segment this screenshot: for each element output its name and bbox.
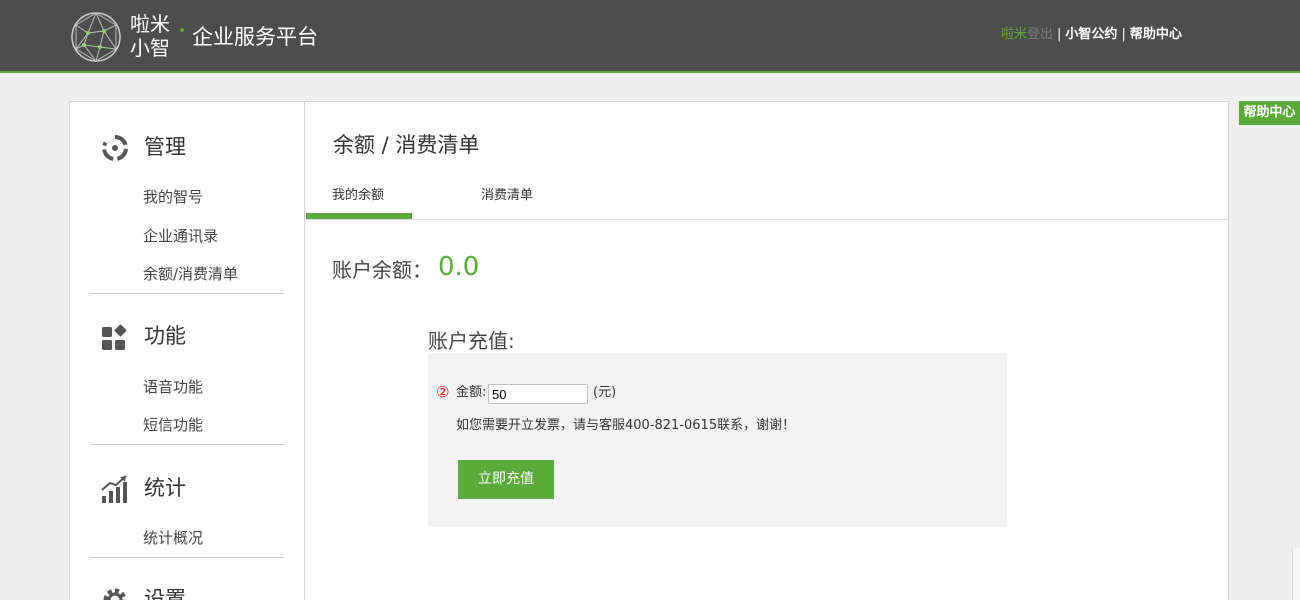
convention-link[interactable]: 小智公约 bbox=[1065, 27, 1117, 42]
help-center-link[interactable]: 帮助中心 bbox=[1130, 27, 1182, 42]
recharge-title: 账户充值: bbox=[428, 329, 515, 353]
tab-bar: 我的余额 消费清单 bbox=[306, 180, 1229, 220]
logout-link[interactable]: 登出 bbox=[1027, 27, 1053, 42]
invoice-notice: 如您需要开立发票，请与客服400-821-0615联系，谢谢！ bbox=[456, 418, 796, 433]
separator: | bbox=[1121, 27, 1126, 42]
sidebar-section-title: 设置 bbox=[144, 587, 186, 600]
balance-label: 账户余额： bbox=[332, 258, 432, 282]
sidebar-divider bbox=[90, 557, 284, 558]
sidebar-section-title: 管理 bbox=[144, 135, 186, 159]
manage-icon bbox=[102, 135, 128, 161]
amount-input[interactable] bbox=[488, 384, 588, 404]
unit-label: (元) bbox=[593, 385, 617, 400]
page-title: 余额 / 消费清单 bbox=[333, 133, 480, 157]
brand-dot bbox=[180, 28, 184, 32]
step-marker: ② bbox=[436, 383, 450, 401]
sidebar-item-my-account[interactable]: 我的智号 bbox=[143, 187, 203, 207]
sidebar-divider bbox=[90, 444, 284, 445]
sidebar-section-manage: 管理 bbox=[70, 125, 305, 165]
sidebar-item-sms[interactable]: 短信功能 bbox=[143, 415, 203, 435]
gear-icon bbox=[103, 588, 127, 600]
sidebar-divider bbox=[90, 293, 284, 294]
sidebar: 管理 我的智号 企业通讯录 余额/消费清单 功能 语音功能 短信功能 统计 统计… bbox=[70, 102, 305, 600]
sidebar-section-settings: 设置 bbox=[70, 577, 305, 600]
separator: | bbox=[1057, 27, 1062, 42]
logo-text: 啦米小智 bbox=[130, 12, 170, 60]
sidebar-item-voice[interactable]: 语音功能 bbox=[143, 377, 203, 397]
sidebar-item-stats-overview[interactable]: 统计概况 bbox=[143, 528, 203, 548]
sidebar-section-title: 功能 bbox=[144, 324, 186, 348]
sidebar-section-title: 统计 bbox=[144, 476, 186, 500]
recharge-panel: ② 金额: (元) 如您需要开立发票，请与客服400-821-0615联系，谢谢… bbox=[428, 353, 1007, 527]
top-header: 啦米小智 企业服务平台 啦米登出 | 小智公约 | 帮助中心 bbox=[0, 0, 1300, 73]
sidebar-section-function: 功能 bbox=[70, 314, 305, 354]
floating-help-button[interactable]: 帮助中心 bbox=[1239, 101, 1300, 125]
brand-subtitle: 企业服务平台 bbox=[192, 25, 318, 49]
function-icon bbox=[102, 324, 127, 350]
sidebar-item-balance[interactable]: 余额/消费清单 bbox=[143, 264, 238, 284]
user-name[interactable]: 啦米 bbox=[1001, 27, 1027, 42]
active-tab-indicator bbox=[306, 213, 412, 219]
sidebar-section-stats: 统计 bbox=[70, 466, 305, 506]
recharge-submit-button[interactable]: 立即充值 bbox=[458, 460, 554, 499]
amount-label: 金额: bbox=[456, 385, 487, 400]
logo-icon[interactable] bbox=[70, 11, 122, 63]
balance-value: 0.0 bbox=[438, 252, 480, 282]
chart-icon bbox=[101, 475, 127, 503]
tab-my-balance[interactable]: 我的余额 bbox=[332, 187, 384, 205]
sidebar-item-contacts[interactable]: 企业通讯录 bbox=[143, 226, 218, 246]
main-container: 管理 我的智号 企业通讯录 余额/消费清单 功能 语音功能 短信功能 统计 统计… bbox=[69, 101, 1229, 600]
content-panel: 余额 / 消费清单 我的余额 消费清单 账户余额： 0.0 账户充值: ② 金额… bbox=[306, 102, 1229, 600]
scrollbar[interactable] bbox=[1292, 548, 1300, 600]
top-links: 啦米登出 | 小智公约 | 帮助中心 bbox=[1001, 26, 1182, 44]
tab-consumption-list[interactable]: 消费清单 bbox=[481, 187, 533, 205]
